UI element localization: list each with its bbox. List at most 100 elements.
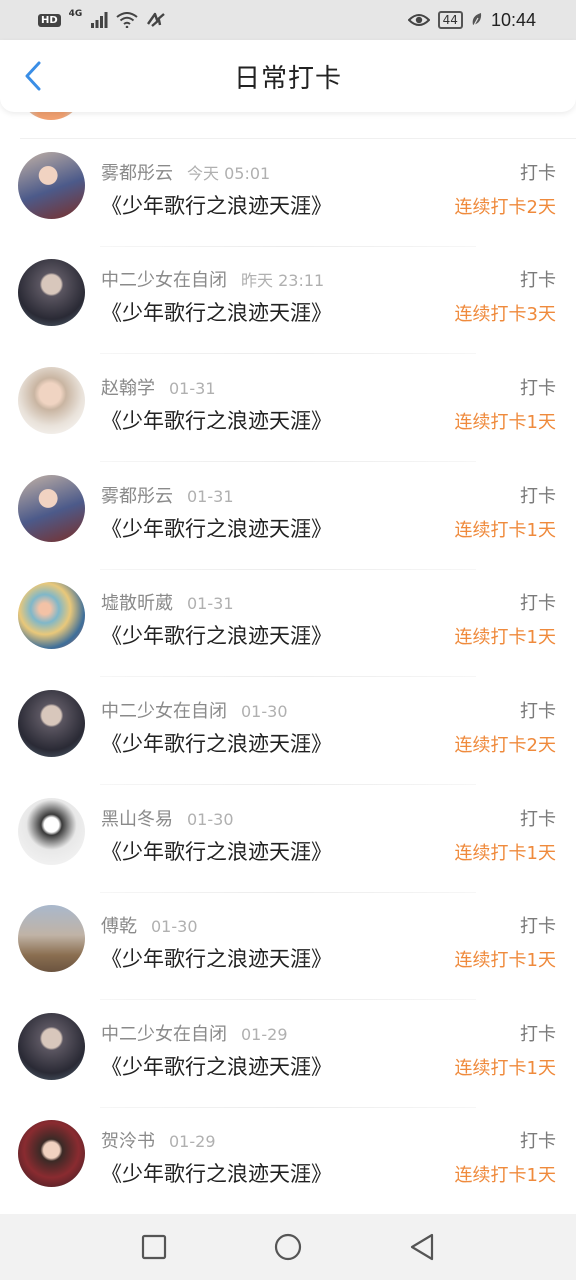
chevron-left-icon: [25, 61, 41, 91]
checkin-list[interactable]: 雾都彤云 今天 05:01 《少年歌行之浪迹天涯》 打卡 连续打卡2天 中二少女在…: [0, 112, 576, 1214]
status-right: 44 10:44: [407, 9, 536, 31]
avatar[interactable]: [18, 152, 85, 219]
list-item[interactable]: 中二少女在自闭 01-29 《少年歌行之浪迹天涯》 打卡 连续打卡1天: [0, 1000, 576, 1108]
streak-label: 连续打卡2天: [454, 735, 556, 756]
checkin-label: 打卡: [520, 809, 556, 830]
eye-icon: [407, 14, 430, 26]
streak-label: 连续打卡3天: [454, 304, 556, 325]
avatar[interactable]: [18, 690, 85, 757]
list-item[interactable]: 贺泠书 01-29 《少年歌行之浪迹天涯》 打卡 连续打卡1天: [0, 1107, 576, 1214]
book-title: 《少年歌行之浪迹天涯》: [101, 409, 332, 433]
recent-apps-icon: [141, 1234, 167, 1260]
user-name-line: 中二少女在自闭 昨天 23:11: [101, 266, 324, 292]
list-item[interactable]: 雾都彤云 今天 05:01 《少年歌行之浪迹天涯》 打卡 连续打卡2天: [0, 139, 576, 247]
signal-icon: [91, 12, 108, 28]
checkin-time: 01-31: [187, 594, 234, 613]
book-title: 《少年歌行之浪迹天涯》: [101, 732, 332, 756]
checkin-label: 打卡: [520, 1024, 556, 1045]
checkin-time: 01-31: [169, 379, 216, 398]
book-title: 《少年歌行之浪迹天涯》: [101, 517, 332, 541]
avatar[interactable]: [18, 475, 85, 542]
checkin-time: 01-29: [241, 1025, 288, 1044]
avatar[interactable]: [18, 905, 85, 972]
battery-icon: 44: [437, 11, 463, 29]
user-name: 贺泠书: [101, 1131, 155, 1152]
book-title: 《少年歌行之浪迹天涯》: [101, 1055, 332, 1079]
list-item[interactable]: 傅乾 01-30 《少年歌行之浪迹天涯》 打卡 连续打卡1天: [0, 892, 576, 1000]
user-name-line: 贺泠书 01-29: [101, 1127, 216, 1153]
checkin-label: 打卡: [520, 916, 556, 937]
user-name: 墟散昕葳: [101, 593, 173, 614]
user-name: 雾都彤云: [101, 163, 173, 184]
user-name: 中二少女在自闭: [101, 1024, 227, 1045]
header-bar: 日常打卡: [0, 40, 576, 112]
status-left: HD 4G: [38, 9, 166, 28]
book-title: 《少年歌行之浪迹天涯》: [101, 624, 332, 648]
checkin-label: 打卡: [520, 270, 556, 291]
user-name-line: 雾都彤云 01-31: [101, 482, 234, 508]
checkin-label: 打卡: [520, 701, 556, 722]
home-button[interactable]: [266, 1225, 310, 1269]
avatar[interactable]: [18, 798, 85, 865]
streak-label: 连续打卡1天: [454, 1058, 556, 1079]
user-name: 中二少女在自闭: [101, 270, 227, 291]
avatar[interactable]: [18, 1013, 85, 1080]
user-name: 黑山冬易: [101, 809, 173, 830]
book-title: 《少年歌行之浪迹天涯》: [101, 840, 332, 864]
page-title: 日常打卡: [233, 63, 342, 94]
checkin-time: 01-30: [187, 810, 234, 829]
checkin-time: 昨天 23:11: [241, 271, 325, 290]
status-bar: HD 4G 44 10:44: [0, 0, 576, 40]
checkin-time: 01-29: [169, 1132, 216, 1151]
user-name-line: 中二少女在自闭 01-29: [101, 1020, 288, 1046]
checkin-time: 01-30: [151, 917, 198, 936]
avatar[interactable]: [18, 259, 85, 326]
user-name-line: 傅乾 01-30: [101, 912, 198, 938]
checkin-label: 打卡: [520, 486, 556, 507]
back-button[interactable]: [18, 60, 48, 92]
avatar: [18, 112, 84, 120]
checkin-time: 01-31: [187, 487, 234, 506]
book-title: 《少年歌行之浪迹天涯》: [101, 194, 332, 218]
recent-apps-button[interactable]: [132, 1225, 176, 1269]
user-name-line: 中二少女在自闭 01-30: [101, 697, 288, 723]
avatar[interactable]: [18, 1120, 85, 1187]
wifi-icon: [116, 12, 138, 28]
user-name-line: 黑山冬易 01-30: [101, 805, 234, 831]
back-nav-button[interactable]: [400, 1225, 444, 1269]
nfc-icon: [147, 12, 166, 27]
user-name-line: 赵翰学 01-31: [101, 374, 216, 400]
hd-badge: HD: [38, 13, 61, 27]
list-item[interactable]: 黑山冬易 01-30 《少年歌行之浪迹天涯》 打卡 连续打卡1天: [0, 785, 576, 893]
avatar[interactable]: [18, 367, 85, 434]
checkin-time: 今天 05:01: [187, 164, 271, 183]
list-item[interactable]: 墟散昕葳 01-31 《少年歌行之浪迹天涯》 打卡 连续打卡1天: [0, 569, 576, 677]
back-triangle-icon: [410, 1233, 434, 1261]
network-label: 4G: [68, 9, 83, 19]
list-item[interactable]: 赵翰学 01-31 《少年歌行之浪迹天涯》 打卡 连续打卡1天: [0, 354, 576, 462]
streak-label: 连续打卡1天: [454, 843, 556, 864]
book-title: 《少年歌行之浪迹天涯》: [101, 301, 332, 325]
user-name: 赵翰学: [101, 378, 155, 399]
checkin-label: 打卡: [520, 593, 556, 614]
avatar[interactable]: [18, 582, 85, 649]
streak-label: 连续打卡1天: [454, 412, 556, 433]
streak-label: 连续打卡1天: [454, 520, 556, 541]
user-name: 傅乾: [101, 916, 137, 937]
streak-label: 连续打卡1天: [454, 950, 556, 971]
list-item[interactable]: 中二少女在自闭 昨天 23:11 《少年歌行之浪迹天涯》 打卡 连续打卡3天: [0, 246, 576, 354]
checkin-label: 打卡: [520, 163, 556, 184]
streak-label: 连续打卡2天: [454, 197, 556, 218]
list-item[interactable]: 中二少女在自闭 01-30 《少年歌行之浪迹天涯》 打卡 连续打卡2天: [0, 677, 576, 785]
user-name-line: 雾都彤云 今天 05:01: [101, 159, 270, 185]
status-time: 10:44: [490, 9, 536, 30]
home-icon: [274, 1233, 302, 1261]
checkin-time: 01-30: [241, 702, 288, 721]
list-item[interactable]: 雾都彤云 01-31 《少年歌行之浪迹天涯》 打卡 连续打卡1天: [0, 462, 576, 570]
user-name: 中二少女在自闭: [101, 701, 227, 722]
checkin-label: 打卡: [520, 1131, 556, 1152]
streak-label: 连续打卡1天: [454, 1165, 556, 1186]
system-nav-bar: [0, 1214, 576, 1280]
user-name: 雾都彤云: [101, 486, 173, 507]
leaf-icon: [472, 13, 482, 28]
